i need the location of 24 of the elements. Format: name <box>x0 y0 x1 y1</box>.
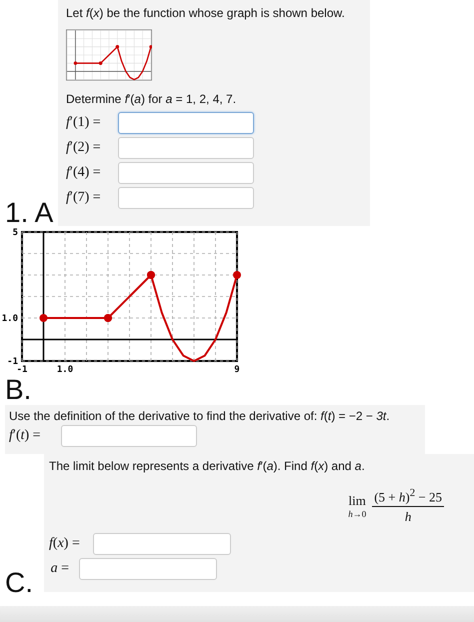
section-heading: B. <box>5 375 32 405</box>
limit-operator: lim <box>348 493 366 510</box>
question-text: Determine f′(a) for a = 1, 2, 4, 7. <box>66 92 238 106</box>
answer-label: f′(2) = <box>66 140 102 156</box>
question-text: Let f(x) be the function whose graph is shown below. <box>66 6 346 20</box>
answer-label: f′(7) = <box>66 190 102 206</box>
answer-label: f′(1) = <box>66 114 102 130</box>
tick-label: 1.0 <box>56 365 74 375</box>
answer-label: f′(t) = <box>9 428 42 444</box>
tick-label: 1.0 <box>2 314 18 324</box>
answer-label: f(x) = <box>49 536 81 552</box>
question-text: The limit below represents a derivative f′(a). Find f(x) and a. <box>49 459 366 473</box>
fraction-denominator: h <box>404 508 412 526</box>
answer-label: f′(4) = <box>66 164 102 180</box>
question-text: Use the definition of the derivative to find the derivative of: f(t) = −2 − 3t. <box>9 409 391 423</box>
section-heading: C. <box>4 568 34 598</box>
tick-label: 9 <box>234 365 240 375</box>
limit-subscript: h→0 <box>348 509 366 520</box>
fraction-numerator: (5 + h)$^{2}$ − 25 <box>372 487 444 508</box>
tick-label: 5 <box>12 228 18 238</box>
section-heading: 1. A <box>5 198 54 228</box>
answer-label: a = <box>50 560 70 577</box>
tick-label: -1 <box>7 357 18 367</box>
tick-label: -1 <box>16 365 28 375</box>
